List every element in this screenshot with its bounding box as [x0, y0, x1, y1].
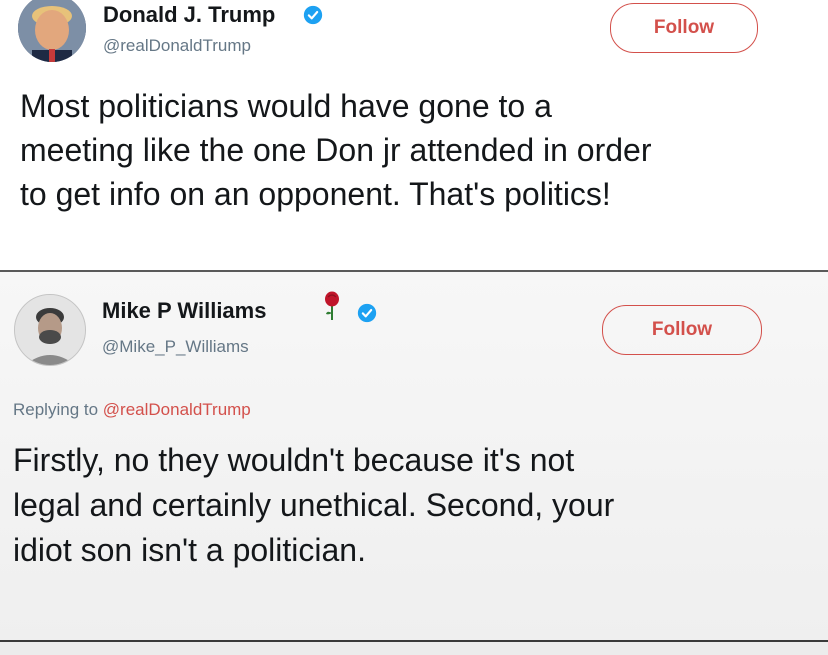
verified-badge-icon [357, 303, 377, 323]
tweet-text-line: legal and certainly unethical. Second, y… [13, 487, 615, 523]
tweet-text: Firstly, no they wouldn't because it's n… [13, 438, 823, 573]
follow-button[interactable]: Follow [610, 3, 758, 53]
tweet-text-line: Most politicians would have gone to a [20, 88, 552, 124]
tweet-text: Most politicians would have gone to a me… [20, 84, 820, 216]
rose-icon [325, 291, 339, 320]
user-handle[interactable]: @realDonaldTrump [103, 36, 251, 56]
follow-button[interactable]: Follow [602, 305, 762, 355]
verified-badge-icon [303, 5, 323, 25]
replying-prefix: Replying to [13, 400, 99, 419]
avatar-mike[interactable] [14, 294, 86, 366]
tweet-text-line: to get info on an opponent. That's polit… [20, 176, 611, 212]
avatar-face-image [15, 295, 85, 365]
user-name[interactable]: Mike P Williams [102, 298, 266, 324]
user-handle[interactable]: @Mike_P_Williams [102, 337, 249, 357]
tweet-text-line: idiot son isn't a politician. [13, 532, 366, 568]
user-name[interactable]: Donald J. Trump [103, 2, 275, 28]
avatar-trump[interactable] [18, 0, 86, 62]
bottom-strip [0, 642, 828, 655]
tweet-card-trump: Donald J. Trump @realDonaldTrump Follow … [0, 0, 828, 270]
tweet-text-line: Firstly, no they wouldn't because it's n… [13, 442, 575, 478]
tweet-text-line: meeting like the one Don jr attended in … [20, 132, 652, 168]
replying-handle-link[interactable]: @realDonaldTrump [103, 400, 251, 419]
replying-to: Replying to @realDonaldTrump [13, 400, 251, 420]
avatar-face-image [18, 0, 86, 62]
